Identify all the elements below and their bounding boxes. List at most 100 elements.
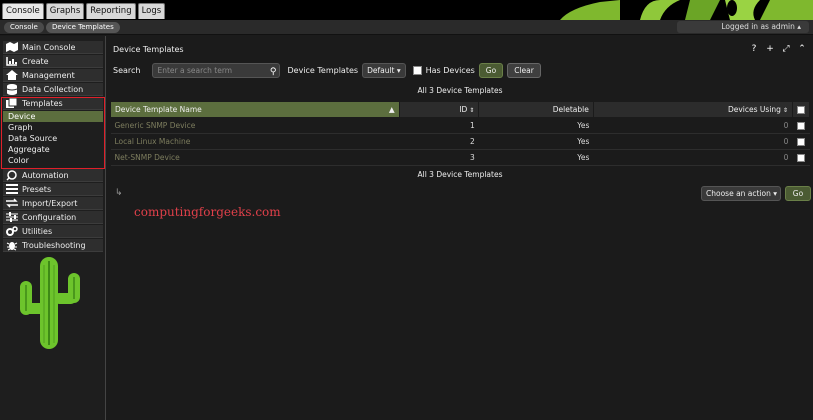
submenu-item-device[interactable]: Device <box>3 111 103 122</box>
presets-icon <box>5 184 18 195</box>
sort-asc-icon: ▲ <box>388 105 395 114</box>
column-header-devices-using[interactable]: Devices Using ⇕ <box>592 101 793 118</box>
sidebar-item-utilities[interactable]: Utilities <box>3 225 103 238</box>
table-row[interactable]: Net-SNMP Device 3 Yes 0 <box>110 149 810 166</box>
sidebar-item-label: Configuration <box>22 212 77 222</box>
template-filter-select[interactable]: Default ▾ <box>362 62 406 78</box>
cell-devices-using: 0 <box>593 133 793 150</box>
column-header-name[interactable]: Device Template Name ▲ <box>110 101 400 118</box>
device-templates-table: Device Template Name ▲ ID ⇕ Deletable Devi… <box>110 101 811 166</box>
cell-devices-using: 0 <box>593 117 793 134</box>
page-title: Device Templates <box>113 45 184 54</box>
has-devices-label: Has Devices <box>425 65 475 75</box>
cell-id: 1 <box>399 117 479 134</box>
cell-name[interactable]: Net-SNMP Device <box>110 149 400 166</box>
sidebar-item-label: Data Collection <box>22 84 84 94</box>
tab-graphs[interactable]: Graphs <box>45 3 85 19</box>
search-placeholder: Enter a search term <box>157 65 233 75</box>
sidebar-item-configuration[interactable]: Configuration <box>3 211 103 224</box>
help-icon[interactable]: ? <box>749 44 759 54</box>
submenu-item-color[interactable]: Color <box>3 155 103 166</box>
select-all-checkbox-cell <box>791 101 811 118</box>
cell-deletable: Yes <box>478 117 594 134</box>
cell-devices-using: 0 <box>593 149 793 166</box>
submenu-item-aggregate[interactable]: Aggregate <box>3 144 103 155</box>
sidebar-item-label: Automation <box>22 170 69 180</box>
sidebar-item-label: Create <box>22 56 49 66</box>
select-arrow-icon: ↳ <box>115 188 123 198</box>
cell-id: 2 <box>399 133 479 150</box>
cell-name[interactable]: Generic SNMP Device <box>110 117 400 134</box>
sidebar-item-label: Utilities <box>22 226 53 236</box>
sidebar-item-automation[interactable]: Automation <box>3 169 103 182</box>
sidebar-item-management[interactable]: Management <box>3 69 103 82</box>
clear-button[interactable]: Clear <box>507 62 541 78</box>
sidebar-item-main-console[interactable]: Main Console <box>3 41 103 54</box>
column-header-id[interactable]: ID ⇕ <box>398 101 480 118</box>
row-checkbox[interactable] <box>796 138 805 146</box>
select-all-checkbox[interactable] <box>796 106 805 114</box>
table-header-row: Device Template Name ▲ ID ⇕ Deletable Devi… <box>110 101 811 118</box>
action-go-button[interactable]: Go <box>785 186 811 201</box>
table-row[interactable]: Generic SNMP Device 1 Yes 0 <box>110 117 810 134</box>
tab-console[interactable]: Console <box>2 3 44 19</box>
has-devices-checkbox[interactable] <box>412 65 422 75</box>
go-button[interactable]: Go <box>478 62 504 78</box>
table-row[interactable]: Local Linux Machine 2 Yes 0 <box>110 133 810 150</box>
sidebar-item-create[interactable]: Create <box>3 55 103 68</box>
search-icon: ⚲ <box>269 66 277 77</box>
collapse-icon[interactable]: ⌃ <box>797 44 807 54</box>
search-label: Search <box>113 65 141 75</box>
count-header: All 3 Device Templates <box>417 86 503 95</box>
column-header-label: Deletable <box>552 105 589 114</box>
sidebar-item-presets[interactable]: Presets <box>3 183 103 196</box>
sidebar-item-templates[interactable]: Templates <box>3 97 103 110</box>
cell-name[interactable]: Local Linux Machine <box>110 133 400 150</box>
breadcrumb-console[interactable]: Console <box>4 22 44 33</box>
row-checkbox-cell <box>792 149 810 166</box>
sidebar-item-label: Main Console <box>22 42 76 52</box>
sidebar-item-label: Troubleshooting <box>22 240 86 250</box>
tab-reporting[interactable]: Reporting <box>86 3 136 19</box>
main-panel: Device Templates ? + ⤢ ⌃ Search Enter a … <box>107 36 813 420</box>
sidebar-item-data-collection[interactable]: Data Collection <box>3 83 103 96</box>
sidebar-item-label: Management <box>22 70 75 80</box>
map-icon <box>5 42 18 53</box>
bug-icon <box>5 240 18 251</box>
templates-submenu: Device Graph Data Source Aggregate Color <box>3 111 103 166</box>
template-filter-label: Device Templates <box>287 65 359 75</box>
sidebar: Main Console Create Management Data Coll… <box>0 36 106 420</box>
main-tabs: Console Graphs Reporting Logs <box>2 3 166 19</box>
sliders-icon <box>5 212 18 223</box>
row-checkbox[interactable] <box>796 122 805 130</box>
transfer-icon <box>5 198 18 209</box>
column-header-deletable[interactable]: Deletable <box>478 101 594 118</box>
cell-deletable: Yes <box>478 149 594 166</box>
sidebar-item-import-export[interactable]: Import/Export <box>3 197 103 210</box>
count-footer: All 3 Device Templates <box>417 170 503 179</box>
tab-logs[interactable]: Logs <box>137 3 166 19</box>
add-icon[interactable]: + <box>765 44 775 54</box>
row-checkbox[interactable] <box>796 154 805 162</box>
action-select-label: Choose an action <box>706 189 771 198</box>
login-status[interactable]: Logged in as admin ▴ <box>677 21 809 33</box>
template-filter-value: Default <box>367 65 395 75</box>
sidebar-item-troubleshooting[interactable]: Troubleshooting <box>3 239 103 252</box>
chevron-down-icon: ▾ <box>396 65 401 75</box>
row-checkbox-cell <box>792 133 810 150</box>
sidebar-item-label: Import/Export <box>22 198 78 208</box>
column-header-label: ID <box>459 105 468 114</box>
submenu-item-data-source[interactable]: Data Source <box>3 133 103 144</box>
search-input[interactable]: Enter a search term ⚲ <box>152 62 281 78</box>
expand-icon[interactable]: ⤢ <box>781 44 791 54</box>
action-select[interactable]: Choose an action ▾ <box>701 186 781 201</box>
search-icon <box>5 169 18 181</box>
column-header-label: Device Template Name <box>115 105 202 114</box>
cell-deletable: Yes <box>478 133 594 150</box>
submenu-item-graph[interactable]: Graph <box>3 122 103 133</box>
top-navigation-bar: Console Graphs Reporting Logs <box>0 0 813 20</box>
watermark: computingforgeeks.com <box>134 205 281 219</box>
home-icon <box>5 70 18 81</box>
chevron-down-icon: ▾ <box>773 189 778 198</box>
copy-icon <box>5 98 18 109</box>
